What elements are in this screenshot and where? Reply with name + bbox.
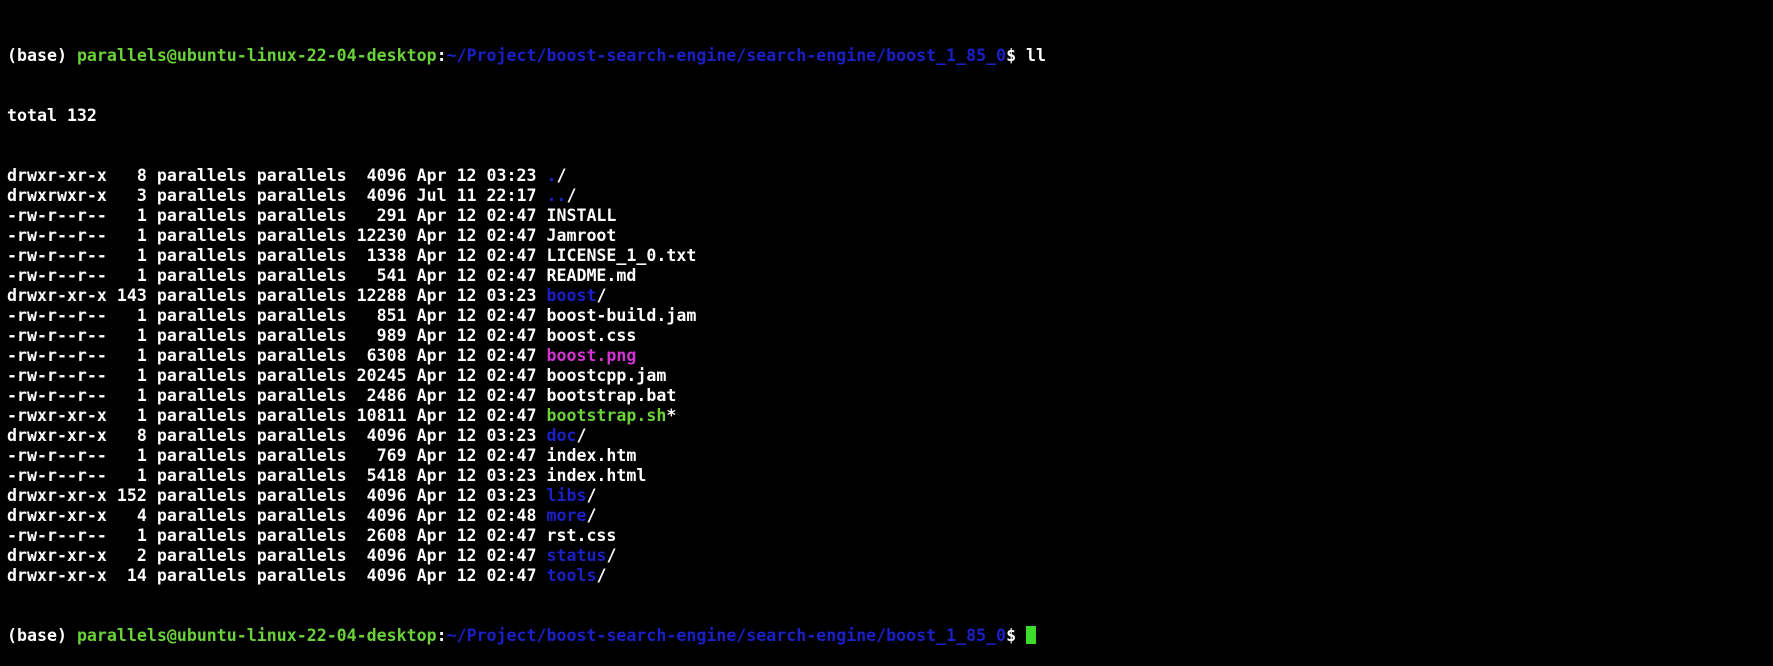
entry-name: ..: [546, 186, 567, 205]
prompt-path: ~/Project/boost-search-engine/search-eng…: [446, 626, 1007, 645]
entry-name: .: [546, 166, 557, 185]
active-prompt-line[interactable]: (base) parallels@ubuntu-linux-22-04-desk…: [7, 626, 1773, 646]
entry-suffix: /: [586, 506, 597, 525]
entry-suffix: /: [596, 286, 607, 305]
entry-name: status: [546, 546, 607, 565]
entry-meta: -rw-r--r-- 1 parallels parallels 769 Apr…: [7, 446, 547, 465]
block-cursor-icon[interactable]: [1026, 626, 1037, 644]
entry-name: boost-build.jam: [546, 306, 697, 325]
entry-meta: drwxrwxr-x 3 parallels parallels 4096 Ju…: [7, 186, 547, 205]
prompt-path: ~/Project/boost-search-engine/search-eng…: [446, 46, 1007, 65]
listing-row: drwxr-xr-x 8 parallels parallels 4096 Ap…: [7, 426, 1773, 446]
listing-row: -rw-r--r-- 1 parallels parallels 989 Apr…: [7, 326, 1773, 346]
prompt-separator: :: [436, 46, 447, 65]
entry-suffix: /: [576, 426, 587, 445]
entry-name: boostcpp.jam: [546, 366, 667, 385]
entry-meta: -rw-r--r-- 1 parallels parallels 12230 A…: [7, 226, 547, 245]
prompt-separator: :: [436, 626, 447, 645]
entry-name: rst.css: [546, 526, 617, 545]
listing-row: drwxr-xr-x 14 parallels parallels 4096 A…: [7, 566, 1773, 586]
listing-row: -rw-r--r-- 1 parallels parallels 1338 Ap…: [7, 246, 1773, 266]
listing-row: -rw-r--r-- 1 parallels parallels 2486 Ap…: [7, 386, 1773, 406]
entry-name: index.htm: [546, 446, 637, 465]
prompt-user-host: parallels@ubuntu-linux-22-04-desktop: [76, 626, 437, 645]
entry-meta: -rw-r--r-- 1 parallels parallels 2608 Ap…: [7, 526, 547, 545]
prompt-user-host: parallels@ubuntu-linux-22-04-desktop: [76, 46, 437, 65]
listing-row: drwxr-xr-x 4 parallels parallels 4096 Ap…: [7, 506, 1773, 526]
entry-name: doc: [546, 426, 577, 445]
entry-name: boost: [546, 286, 597, 305]
entry-meta: -rw-r--r-- 1 parallels parallels 989 Apr…: [7, 326, 547, 345]
listing-row: -rw-r--r-- 1 parallels parallels 20245 A…: [7, 366, 1773, 386]
entry-meta: drwxr-xr-x 2 parallels parallels 4096 Ap…: [7, 546, 547, 565]
entry-name: LICENSE_1_0.txt: [546, 246, 697, 265]
listing-row: drwxr-xr-x 8 parallels parallels 4096 Ap…: [7, 166, 1773, 186]
prompt-symbol: $: [1006, 626, 1027, 645]
entry-meta: drwxr-xr-x 4 parallels parallels 4096 Ap…: [7, 506, 547, 525]
entry-name: boost.css: [546, 326, 637, 345]
command-text: ll: [1026, 46, 1047, 65]
entry-meta: -rw-r--r-- 1 parallels parallels 291 Apr…: [7, 206, 547, 225]
listing-row: -rw-r--r-- 1 parallels parallels 5418 Ap…: [7, 466, 1773, 486]
entry-name: INSTALL: [546, 206, 617, 225]
entry-name: bootstrap.sh: [546, 406, 667, 425]
entry-meta: drwxr-xr-x 8 parallels parallels 4096 Ap…: [7, 166, 547, 185]
listing-row: -rw-r--r-- 1 parallels parallels 2608 Ap…: [7, 526, 1773, 546]
listing-row: drwxr-xr-x 143 parallels parallels 12288…: [7, 286, 1773, 306]
entry-name: more: [546, 506, 587, 525]
entry-suffix: /: [566, 186, 577, 205]
listing-row: -rw-r--r-- 1 parallels parallels 851 Apr…: [7, 306, 1773, 326]
command-line: (base) parallels@ubuntu-linux-22-04-desk…: [7, 46, 1773, 66]
entry-meta: drwxr-xr-x 143 parallels parallels 12288…: [7, 286, 547, 305]
entry-name: bootstrap.bat: [546, 386, 677, 405]
listing-row: -rw-r--r-- 1 parallels parallels 12230 A…: [7, 226, 1773, 246]
listing-row: drwxrwxr-x 3 parallels parallels 4096 Ju…: [7, 186, 1773, 206]
entry-name: boost.png: [546, 346, 637, 365]
entry-name: Jamroot: [546, 226, 617, 245]
entry-meta: drwxr-xr-x 8 parallels parallels 4096 Ap…: [7, 426, 547, 445]
entry-meta: -rw-r--r-- 1 parallels parallels 541 Apr…: [7, 266, 547, 285]
listing-row: -rwxr-xr-x 1 parallels parallels 10811 A…: [7, 406, 1773, 426]
entry-meta: -rw-r--r-- 1 parallels parallels 20245 A…: [7, 366, 547, 385]
listing-row: -rw-r--r-- 1 parallels parallels 541 Apr…: [7, 266, 1773, 286]
prompt-symbol: $: [1006, 46, 1027, 65]
listing-row: -rw-r--r-- 1 parallels parallels 769 Apr…: [7, 446, 1773, 466]
entry-name: index.html: [546, 466, 647, 485]
entry-meta: -rw-r--r-- 1 parallels parallels 2486 Ap…: [7, 386, 547, 405]
entry-meta: -rw-r--r-- 1 parallels parallels 851 Apr…: [7, 306, 547, 325]
conda-env-label: (base): [7, 46, 77, 65]
entry-meta: -rw-r--r-- 1 parallels parallels 1338 Ap…: [7, 246, 547, 265]
entry-meta: -rwxr-xr-x 1 parallels parallels 10811 A…: [7, 406, 547, 425]
listing-row: drwxr-xr-x 152 parallels parallels 4096 …: [7, 486, 1773, 506]
entry-meta: -rw-r--r-- 1 parallels parallels 5418 Ap…: [7, 466, 547, 485]
entry-suffix: /: [606, 546, 617, 565]
entry-meta: drwxr-xr-x 14 parallels parallels 4096 A…: [7, 566, 547, 585]
entry-name: README.md: [546, 266, 637, 285]
entry-suffix: *: [666, 406, 677, 425]
entry-name: tools: [546, 566, 597, 585]
entry-suffix: /: [556, 166, 567, 185]
total-line: total 132: [7, 106, 97, 125]
entry-suffix: /: [596, 566, 607, 585]
directory-listing: drwxr-xr-x 8 parallels parallels 4096 Ap…: [7, 166, 1773, 586]
conda-env-label: (base): [7, 626, 77, 645]
entry-meta: -rw-r--r-- 1 parallels parallels 6308 Ap…: [7, 346, 547, 365]
listing-row: -rw-r--r-- 1 parallels parallels 291 Apr…: [7, 206, 1773, 226]
listing-row: drwxr-xr-x 2 parallels parallels 4096 Ap…: [7, 546, 1773, 566]
listing-row: -rw-r--r-- 1 parallels parallels 6308 Ap…: [7, 346, 1773, 366]
terminal-window[interactable]: (base) parallels@ubuntu-linux-22-04-desk…: [0, 0, 1773, 645]
